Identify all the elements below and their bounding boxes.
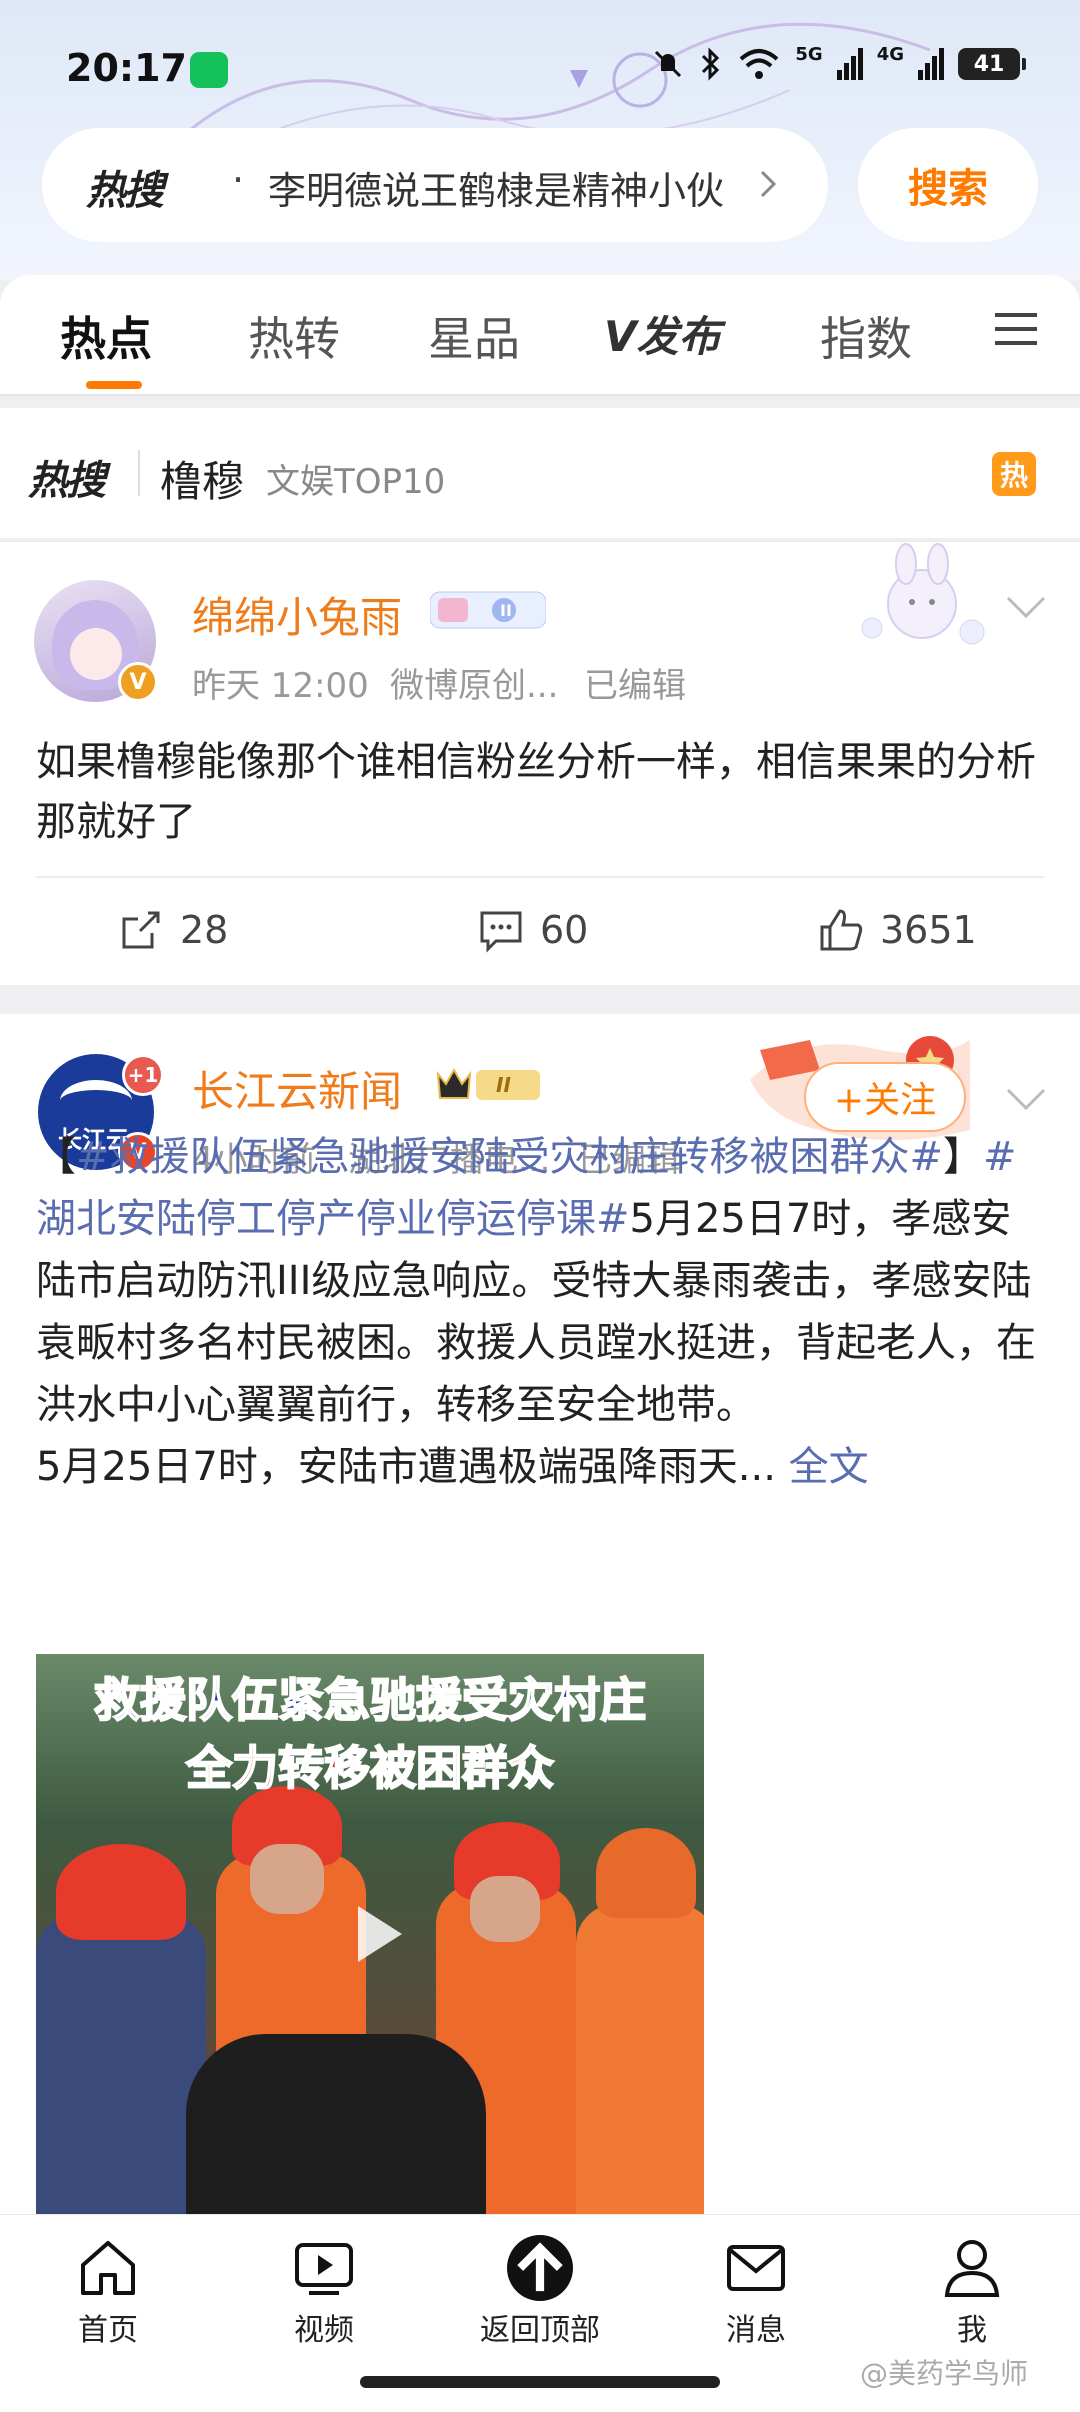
tab-label: 首页 bbox=[78, 2313, 138, 2348]
status-icons: 5G 4G 41 bbox=[651, 43, 1026, 82]
home-icon bbox=[81, 2241, 135, 2295]
like-button[interactable]: 3651 bbox=[818, 907, 977, 953]
rescuer-figure bbox=[36, 1914, 206, 2220]
tab-star[interactable]: 星品 bbox=[428, 303, 520, 369]
comment-count: 60 bbox=[540, 908, 589, 952]
svg-text:II: II bbox=[496, 1073, 511, 1097]
tab-messages[interactable]: 消息 bbox=[686, 2235, 826, 2349]
fan-level-badge: II bbox=[430, 591, 546, 629]
mute-icon bbox=[655, 50, 682, 78]
status-bar: 20:17 5G 4G 41 bbox=[0, 40, 1080, 100]
post-card[interactable]: 长江云 +1 V 长江云新闻 II 4小时前 湖北广播电... 已编辑 +关注 … bbox=[0, 1014, 1080, 2220]
tab-video[interactable]: 视频 bbox=[254, 2235, 394, 2349]
divider bbox=[138, 450, 140, 496]
author-name[interactable]: 长江云新闻 bbox=[192, 1058, 402, 1119]
face bbox=[250, 1844, 324, 1914]
helmet bbox=[596, 1828, 696, 1918]
menu-icon[interactable] bbox=[995, 311, 1037, 347]
verified-badge: V bbox=[118, 662, 158, 702]
post-card[interactable]: V 绵绵小兔雨 II 昨天 12:00 微博原创... 已编辑 如果橹穆能像那个… bbox=[0, 540, 1080, 985]
helmet bbox=[56, 1844, 186, 1940]
logo-wave bbox=[60, 1080, 132, 1122]
watermark: @美药学鸟师 bbox=[860, 2357, 1029, 2390]
chevron-down-icon[interactable] bbox=[1004, 592, 1048, 622]
active-tab-indicator bbox=[86, 381, 142, 389]
author-name[interactable]: 绵绵小兔雨 bbox=[192, 584, 402, 645]
search-button[interactable]: 搜索 bbox=[858, 128, 1038, 242]
chevron-right-icon bbox=[760, 170, 777, 198]
post-text[interactable]: 如果橹穆能像那个谁相信粉丝分析一样，相信果果的分析那就好了 bbox=[36, 732, 1046, 852]
video-icon bbox=[295, 2243, 353, 2295]
hot-search-logo: 热搜 bbox=[86, 168, 164, 214]
read-more-link[interactable]: 全文 bbox=[789, 1444, 869, 1490]
vip-level-badge: II bbox=[436, 1067, 540, 1100]
bracket: 】 bbox=[943, 1134, 984, 1180]
battery-icon: 41 bbox=[958, 48, 1026, 80]
comment-button[interactable]: 60 bbox=[478, 907, 588, 953]
post-text[interactable]: 【#救援队伍紧急驰援安陆受灾村庄转移被困群众#】#湖北安陆停工停产停业停运停课#… bbox=[36, 1126, 1046, 1498]
hashtag-link[interactable]: #救援队伍紧急驰援安陆受灾村庄转移被困群众# bbox=[76, 1134, 943, 1180]
search-box[interactable]: 热搜 · 李明德说王鹤棣是精神小伙 bbox=[42, 128, 828, 242]
svg-text:II: II bbox=[500, 601, 512, 620]
video-title-line1: 救援队伍紧急驰援受灾村庄 bbox=[93, 1672, 647, 1728]
signal-icon-2 bbox=[918, 48, 944, 80]
user-icon bbox=[944, 2240, 1000, 2297]
avatar-face bbox=[70, 628, 122, 680]
post-body-2: 5月25日7时，安陆市遭遇极端强降雨天... bbox=[36, 1444, 789, 1490]
bluetooth-icon bbox=[702, 47, 720, 81]
home-indicator[interactable] bbox=[360, 2376, 720, 2388]
tab-bar: 热点 热转 星品 V发布 指数 bbox=[0, 275, 1080, 395]
divider bbox=[36, 876, 1044, 878]
signal-icon bbox=[836, 48, 863, 80]
status-time: 20:17 bbox=[66, 46, 187, 90]
video-thumbnail[interactable]: 救援队伍紧急驰援受灾村庄 全力转移被困群众 bbox=[36, 1654, 704, 2220]
post-source: 微博原创... bbox=[390, 666, 559, 706]
signal-4g-label: 4G bbox=[876, 43, 904, 65]
repost-count: 28 bbox=[180, 908, 229, 952]
mail-icon bbox=[727, 2245, 785, 2291]
topic-name[interactable]: 橹穆 bbox=[160, 448, 244, 509]
bracket: 【 bbox=[36, 1134, 76, 1180]
tab-v-publish[interactable]: V发布 bbox=[604, 303, 721, 364]
wechat-icon bbox=[190, 52, 228, 88]
arrow-up-icon bbox=[507, 2235, 573, 2301]
bunny-decoration bbox=[861, 543, 985, 645]
avatar-badge: +1 bbox=[122, 1054, 164, 1096]
tab-label: 我 bbox=[957, 2313, 987, 2348]
separator-dot: · bbox=[232, 158, 245, 202]
face bbox=[470, 1876, 540, 1942]
tab-index[interactable]: 指数 bbox=[820, 303, 912, 369]
tab-hot[interactable]: 热点 bbox=[60, 303, 152, 369]
topic-bar[interactable]: 热搜 橹穆 文娱TOP10 bbox=[0, 408, 1080, 538]
tab-label: 返回顶部 bbox=[480, 2313, 600, 2348]
repost-button[interactable]: 28 bbox=[118, 907, 228, 953]
topic-rank-tag: 文娱TOP10 bbox=[266, 462, 446, 502]
chevron-down-icon[interactable] bbox=[1004, 1084, 1048, 1114]
thumbs-up-icon bbox=[820, 909, 863, 951]
tab-label: 视频 bbox=[294, 2313, 354, 2348]
carried-person bbox=[186, 2034, 486, 2220]
tab-repost[interactable]: 热转 bbox=[248, 303, 340, 369]
tab-label: 消息 bbox=[726, 2313, 786, 2348]
edited-label: 已编辑 bbox=[584, 666, 686, 706]
wifi-icon bbox=[740, 49, 779, 79]
tab-profile[interactable]: 我 bbox=[902, 2235, 1042, 2349]
repost-icon bbox=[122, 911, 160, 949]
rescuer-figure bbox=[576, 1904, 704, 2220]
tab-home[interactable]: 首页 bbox=[38, 2235, 178, 2349]
comment-icon bbox=[480, 911, 522, 953]
hot-badge: 热 bbox=[992, 452, 1036, 496]
follow-button[interactable]: +关注 bbox=[804, 1062, 966, 1132]
like-count: 3651 bbox=[880, 908, 977, 952]
video-title-line2: 全力转移被困群众 bbox=[185, 1740, 555, 1796]
hot-search-logo-small: 热搜 bbox=[28, 458, 106, 504]
hot-query-text[interactable]: 李明德说王鹤棣是精神小伙 bbox=[268, 160, 768, 215]
post-time: 昨天 12:00 bbox=[192, 666, 369, 706]
signal-5g-label: 5G bbox=[795, 43, 823, 65]
divider bbox=[0, 394, 1080, 396]
play-icon[interactable] bbox=[336, 1894, 416, 1974]
tab-back-to-top[interactable]: 返回顶部 bbox=[470, 2235, 610, 2349]
